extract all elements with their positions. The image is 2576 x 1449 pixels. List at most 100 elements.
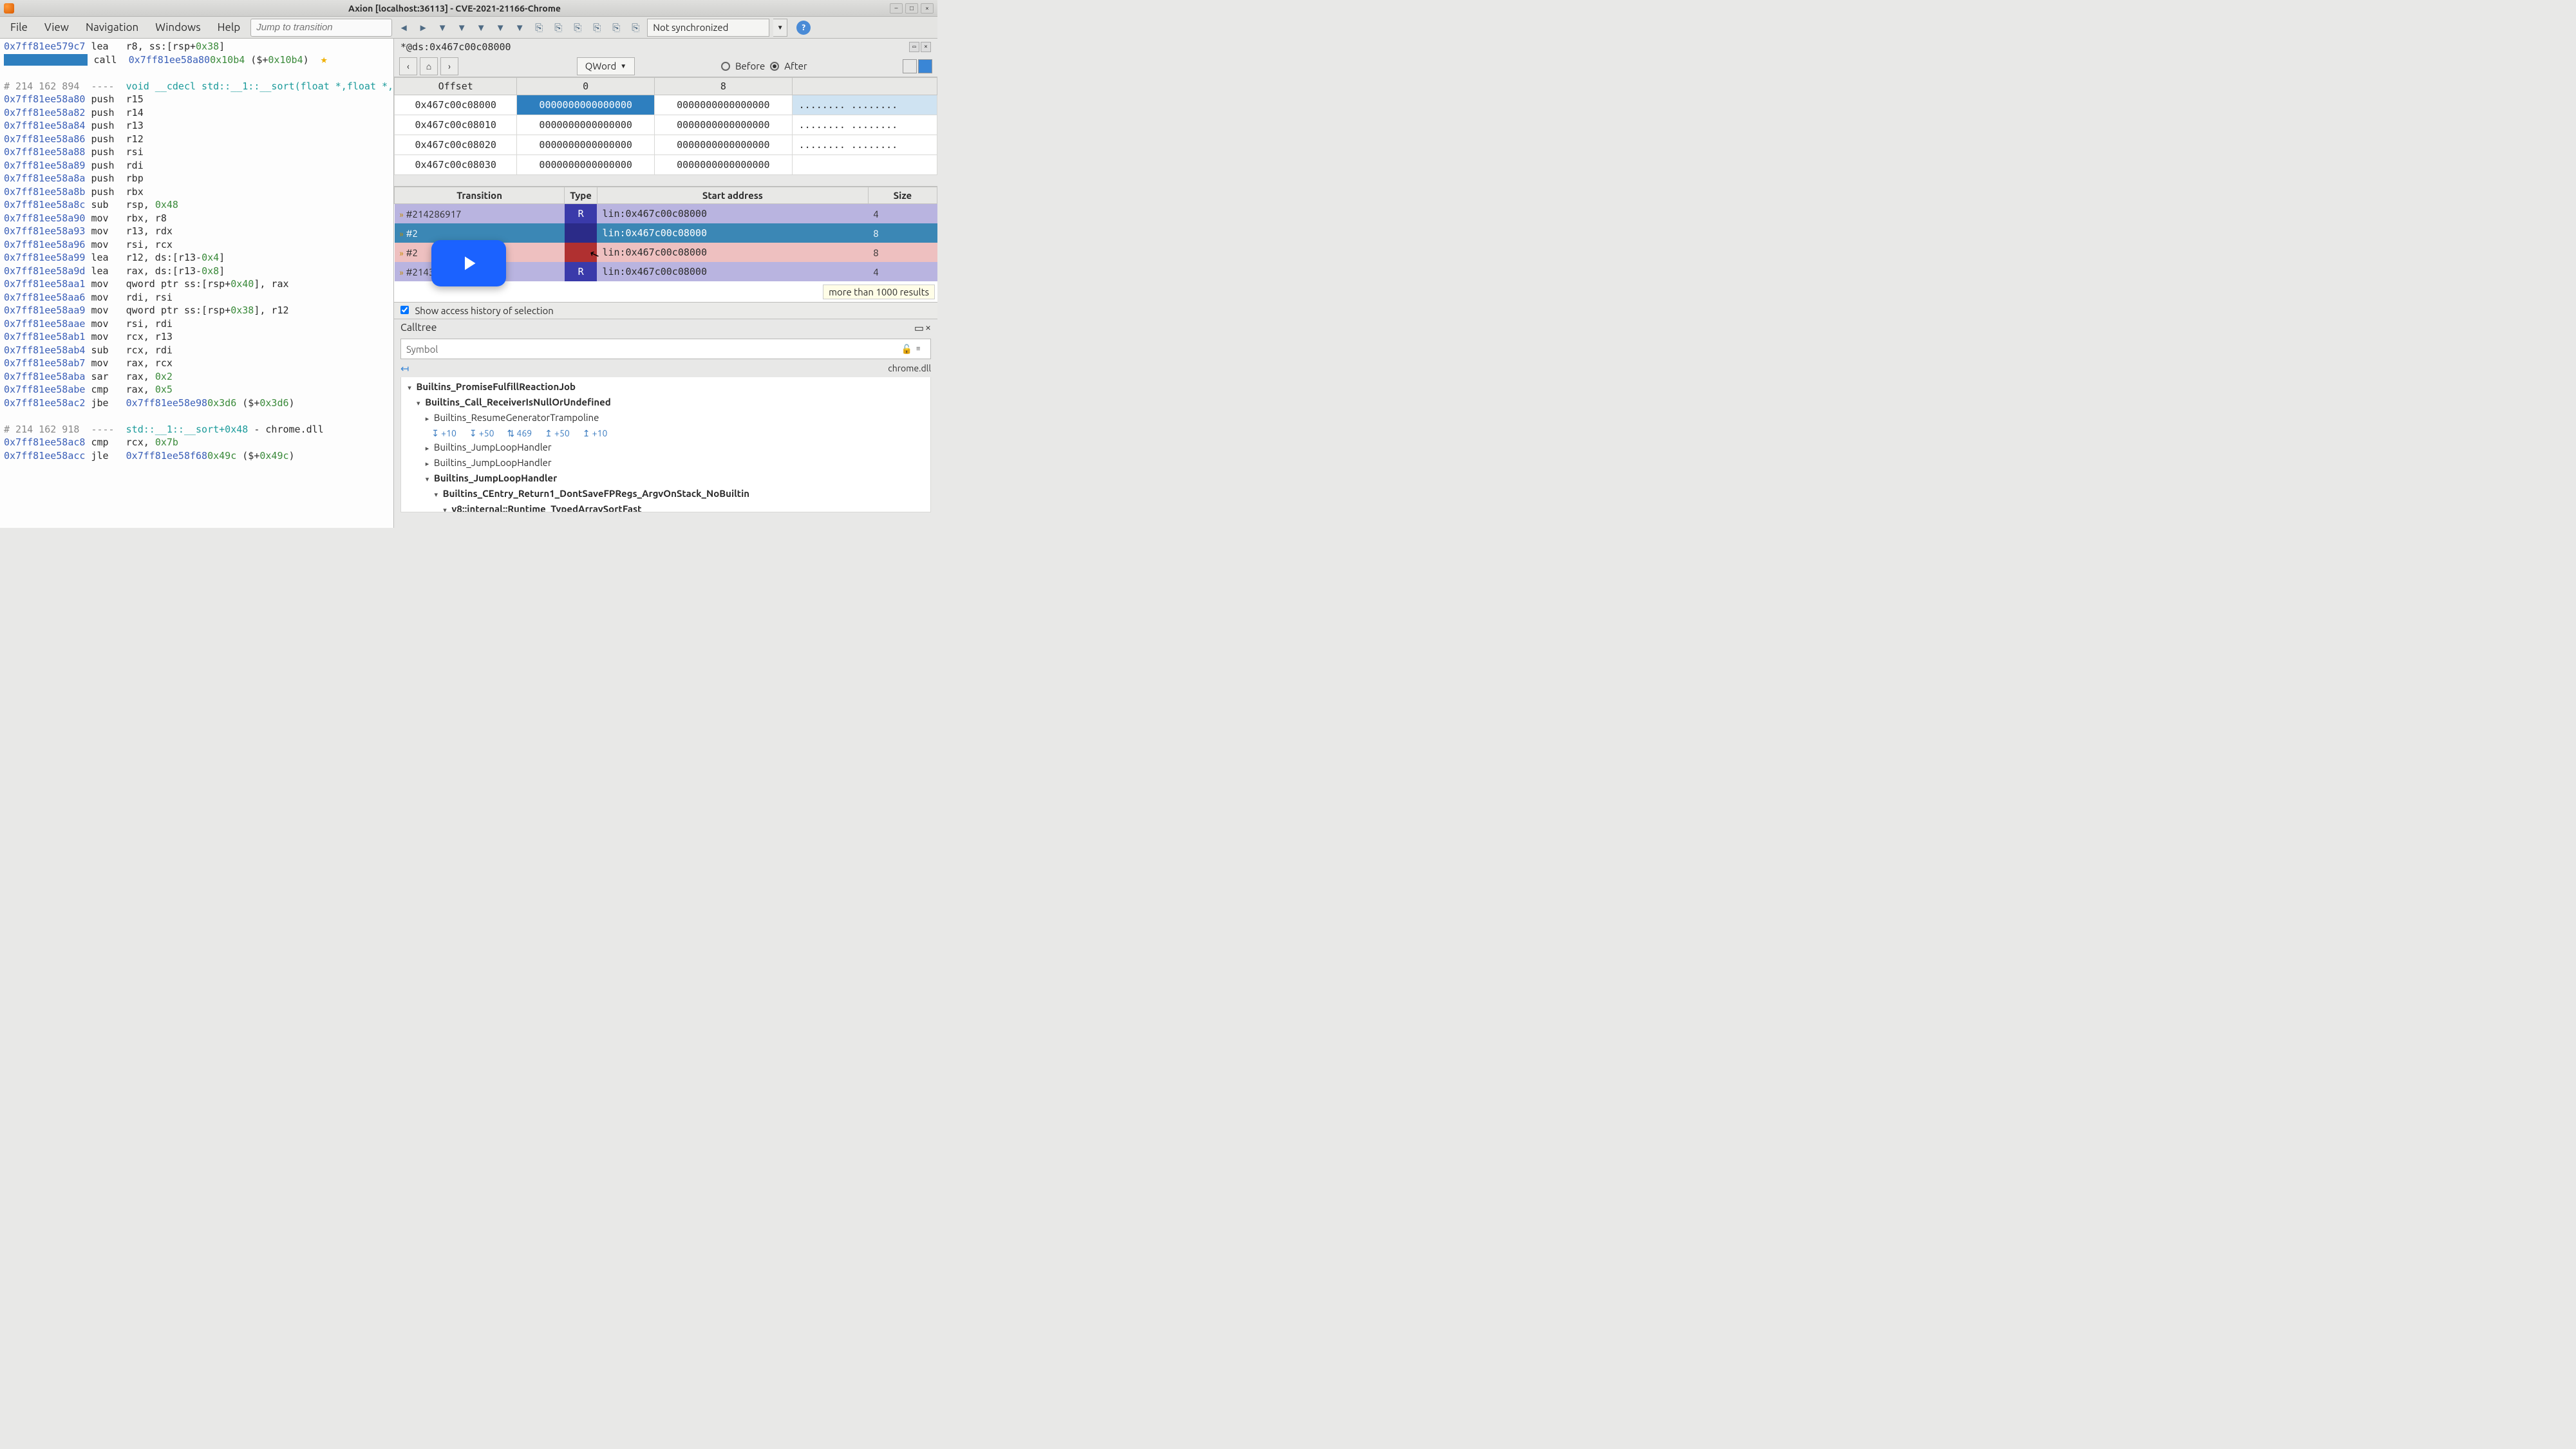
filter2-icon[interactable]: ▼	[454, 20, 469, 35]
menu-navigation[interactable]: Navigation	[79, 19, 145, 36]
disasm-line[interactable]: 0x7ff81ee58ac8 cmp rcx, 0x7b	[0, 436, 393, 449]
jump-link[interactable]: ⇅ 469	[507, 426, 532, 440]
copy1-icon[interactable]: ⎘	[531, 20, 547, 35]
calltree-node[interactable]: ▾ v8::internal::Runtime_TypedArraySortFa…	[405, 502, 926, 512]
disasm-line[interactable]: # 214 162 918 ---- std::__1::__sort+0x48…	[0, 423, 393, 436]
disasm-line[interactable]: 0x7ff81ee58a80 push r15	[0, 93, 393, 106]
disasm-line[interactable]: 0x7ff81ee58aa9 mov qword ptr ss:[rsp+0x3…	[0, 304, 393, 317]
filter1-icon[interactable]: ▼	[435, 20, 450, 35]
crumbs-back-icon[interactable]: ↤	[400, 362, 409, 375]
disasm-line[interactable]: 0x7ff81ee58aa1 mov qword ptr ss:[rsp+0x4…	[0, 277, 393, 291]
hex-row[interactable]: 0x467c00c0803000000000000000000000000000…	[395, 155, 937, 175]
disasm-line[interactable]: 0x7ff81ee58aae mov rsi, rdi	[0, 317, 393, 331]
calltree-node[interactable]: ▾ Builtins_Call_ReceiverIsNullOrUndefine…	[405, 395, 926, 411]
filter4-icon[interactable]: ▼	[493, 20, 508, 35]
disasm-line[interactable]: 0x7ff81ee58a99 lea r12, ds:[r13-0x4]	[0, 251, 393, 265]
close-button[interactable]: ×	[921, 3, 934, 14]
before-radio[interactable]	[721, 62, 730, 71]
disasm-line[interactable]: 0x7ff81ee58a9d lea rax, ds:[r13-0x8]	[0, 265, 393, 278]
disasm-line[interactable]: 0x7ff81ee58ab4 sub rcx, rdi	[0, 344, 393, 357]
jump-link[interactable]: ↥ +50	[545, 426, 570, 440]
help-icon[interactable]: ?	[796, 21, 811, 35]
hex-row[interactable]: 0x467c00c0801000000000000000000000000000…	[395, 115, 937, 135]
disasm-line[interactable]: 0x7ff81ee58a96 mov rsi, rcx	[0, 238, 393, 252]
disasm-line[interactable]: 0x7ff81ee58a8b push rbx	[0, 185, 393, 199]
disasm-line[interactable]: 0x7ff81ee58aa6 mov rdi, rsi	[0, 291, 393, 304]
hex-fwd-button[interactable]: ›	[440, 57, 458, 75]
hex-col-header: 8	[655, 78, 793, 95]
disassembly-pane[interactable]: 0x7ff81ee579c7 lea r8, ss:[rsp+0x38] cal…	[0, 39, 394, 528]
copy2-icon[interactable]: ⎘	[550, 20, 566, 35]
jump-link[interactable]: ↥ +10	[583, 426, 608, 440]
jump-link[interactable]: ↧ +10	[431, 426, 456, 440]
panel-undock-icon[interactable]: ▭	[909, 42, 919, 52]
calltree-undock-icon[interactable]: ▭	[914, 322, 924, 334]
minimize-button[interactable]: –	[890, 3, 903, 14]
calltree-node[interactable]: ▸ Builtins_JumpLoopHandler	[405, 440, 926, 456]
hex-back-button[interactable]: ‹	[399, 57, 417, 75]
disasm-line[interactable]: 0x7ff81ee58a88 push rsi	[0, 145, 393, 159]
symbol-input[interactable]: Symbol 🔓 ≡	[400, 339, 931, 359]
disasm-line[interactable]: 0x7ff81ee58abe cmp rax, 0x5	[0, 383, 393, 397]
hex-table[interactable]: Offset080x467c00c08000000000000000000000…	[394, 77, 937, 175]
hex-width-dropdown[interactable]: QWord▼	[577, 57, 635, 75]
after-radio[interactable]	[770, 62, 779, 71]
copy6-icon[interactable]: ⎘	[628, 20, 643, 35]
calltree-node[interactable]: ▾ Builtins_CEntry_Return1_DontSaveFPRegs…	[405, 487, 926, 502]
disasm-line[interactable]: 0x7ff81ee58a86 push r12	[0, 133, 393, 146]
disasm-line[interactable]: 0x7ff81ee58ac2 jbe 0x7ff81ee58e980x3d6 (…	[0, 397, 393, 410]
trans-col-header: Type	[565, 187, 597, 204]
copy5-icon[interactable]: ⎘	[608, 20, 624, 35]
play-button-overlay[interactable]	[431, 240, 506, 286]
view-toggle-2[interactable]	[918, 59, 932, 73]
calltree-node[interactable]: ▸ Builtins_JumpLoopHandler	[405, 456, 926, 471]
transition-row[interactable]: »#214286917Rlin:0x467c00c080004	[395, 204, 937, 224]
menu-view[interactable]: View	[38, 19, 75, 36]
calltree[interactable]: ▾ Builtins_PromiseFulfillReactionJob ▾ B…	[400, 377, 931, 512]
menu-help[interactable]: Help	[211, 19, 247, 36]
filter5-icon[interactable]: ▼	[512, 20, 527, 35]
view-toggle-1[interactable]	[903, 59, 917, 73]
disasm-line[interactable]: 0x7ff81ee579c7 lea r8, ss:[rsp+0x38]	[0, 40, 393, 53]
jump-link[interactable]: ↧ +50	[469, 426, 494, 440]
disasm-line[interactable]: 0x7ff81ee58ab1 mov rcx, r13	[0, 330, 393, 344]
crumbs-module: chrome.dll	[888, 363, 931, 373]
disasm-line[interactable]: 0x7ff81ee58a90 mov rbx, r8	[0, 212, 393, 225]
disasm-line[interactable]: 0x7ff81ee58a89 push rdi	[0, 159, 393, 173]
nav-fwd-icon[interactable]: ►	[415, 20, 431, 35]
show-history-checkbox[interactable]	[400, 306, 409, 314]
calltree-node[interactable]: ▾ Builtins_PromiseFulfillReactionJob	[405, 380, 926, 395]
calltree-node[interactable]: ▾ Builtins_JumpLoopHandler	[405, 471, 926, 487]
sync-dropdown[interactable]: Not synchronized	[647, 19, 769, 37]
disasm-line[interactable]: # 214 162 894 ---- void __cdecl std::__1…	[0, 80, 393, 93]
symbol-menu-icon[interactable]: ≡	[916, 345, 925, 353]
calltree-node[interactable]: ▸ Builtins_ResumeGeneratorTrampoline	[405, 411, 926, 426]
disasm-line[interactable]: 0x7ff81ee58a8a push rbp	[0, 172, 393, 185]
disasm-line[interactable]	[0, 409, 393, 423]
disasm-line[interactable]: 0x7ff81ee58a93 mov r13, rdx	[0, 225, 393, 238]
hex-row[interactable]: 0x467c00c0800000000000000000000000000000…	[395, 95, 937, 115]
disasm-line[interactable]	[0, 66, 393, 80]
disasm-line[interactable]: 0x7ff81ee58a84 push r13	[0, 119, 393, 133]
disasm-line[interactable]: 0x7ff81ee58aba sar rax, 0x2	[0, 370, 393, 384]
calltree-close-icon[interactable]: ×	[925, 322, 931, 334]
calltree-node[interactable]: ↧ +10 ↧ +50 ⇅ 469 ↥ +50 ↥ +10	[405, 426, 926, 440]
menu-windows[interactable]: Windows	[149, 19, 207, 36]
disasm-line[interactable]: 0x7ff81ee58ab7 mov rax, rcx	[0, 357, 393, 370]
lock-icon[interactable]: 🔓	[901, 344, 912, 355]
jump-input[interactable]	[250, 19, 392, 37]
disasm-line[interactable]: call 0x7ff81ee58a800x10b4 ($+0x10b4) ★	[0, 53, 393, 67]
disasm-line[interactable]: 0x7ff81ee58acc jle 0x7ff81ee58f680x49c (…	[0, 449, 393, 463]
disasm-line[interactable]: 0x7ff81ee58a8c sub rsp, 0x48	[0, 198, 393, 212]
disasm-line[interactable]: 0x7ff81ee58a82 push r14	[0, 106, 393, 120]
maximize-button[interactable]: □	[905, 3, 918, 14]
hex-row[interactable]: 0x467c00c0802000000000000000000000000000…	[395, 135, 937, 155]
nav-back-icon[interactable]: ◄	[396, 20, 411, 35]
copy3-icon[interactable]: ⎘	[570, 20, 585, 35]
filter3-icon[interactable]: ▼	[473, 20, 489, 35]
copy4-icon[interactable]: ⎘	[589, 20, 605, 35]
sync-dropdown-arrow[interactable]: ▼	[773, 19, 787, 37]
hex-home-button[interactable]: ⌂	[420, 57, 438, 75]
panel-close-icon[interactable]: ×	[921, 42, 931, 52]
menu-file[interactable]: File	[4, 19, 34, 36]
